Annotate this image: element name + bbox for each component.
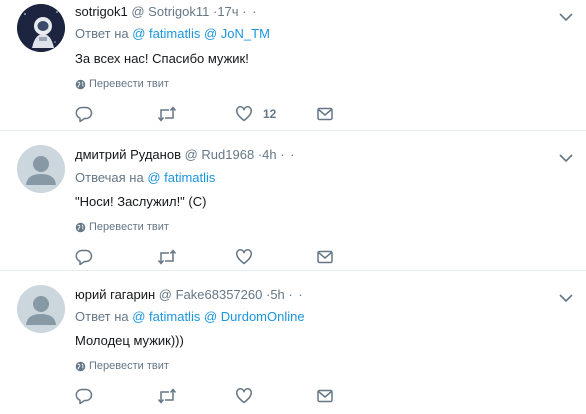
tweet-text: "Носи! Заслужил!" (С) bbox=[75, 194, 207, 209]
tweet-1[interactable]: sotrigok1 @ Sotrigok11 ·17ч · · Ответ на… bbox=[0, 0, 586, 131]
more-dots[interactable]: · · bbox=[242, 4, 257, 19]
reply-icon bbox=[75, 106, 93, 123]
retweet-icon bbox=[157, 249, 177, 265]
retweet-icon bbox=[157, 106, 177, 122]
retweet-button[interactable] bbox=[157, 386, 177, 406]
tweet-text: Молодец мужик))) bbox=[75, 333, 184, 348]
reply-prefix: Ответ на bbox=[75, 309, 129, 324]
like-icon bbox=[236, 249, 252, 265]
user-handle[interactable]: @ Fake68357260 bbox=[159, 287, 263, 302]
tweet-3[interactable]: юрий гагарин @ Fake68357260 ·5h · · Отве… bbox=[0, 271, 586, 414]
display-name[interactable]: юрий гагарин bbox=[75, 287, 155, 302]
tweet-header: юрий гагарин @ Fake68357260 ·5h · · bbox=[75, 286, 304, 304]
globe-icon bbox=[75, 79, 86, 89]
tweet-header: sotrigok1 @ Sotrigok11 ·17ч · · bbox=[75, 3, 257, 21]
reply-button[interactable] bbox=[75, 386, 93, 406]
timestamp[interactable]: ·4h bbox=[258, 147, 277, 162]
avatar[interactable] bbox=[17, 285, 65, 333]
avatar[interactable] bbox=[17, 145, 65, 193]
mention-link[interactable]: @ fatimatlis bbox=[147, 170, 215, 185]
more-dots[interactable]: · · bbox=[280, 147, 295, 162]
reply-context: Ответ на @ fatimatlis @ DurdomOnline bbox=[75, 308, 305, 326]
reply-prefix: Отвечая на bbox=[75, 170, 144, 185]
reply-button[interactable] bbox=[75, 247, 93, 267]
like-button[interactable] bbox=[235, 247, 263, 267]
mention-link[interactable]: @ JoN_TM bbox=[204, 26, 270, 41]
retweet-button[interactable] bbox=[157, 104, 177, 124]
globe-icon bbox=[75, 361, 86, 371]
mention-link[interactable]: @ fatimatlis bbox=[132, 26, 200, 41]
tweet-actions bbox=[75, 247, 345, 267]
chevron-down-icon[interactable] bbox=[559, 293, 573, 303]
mention-link[interactable]: @ DurdomOnline bbox=[204, 309, 305, 324]
mention-link[interactable]: @ fatimatlis bbox=[132, 309, 200, 324]
message-icon bbox=[317, 250, 333, 264]
tweet-actions bbox=[75, 386, 345, 406]
direct-message-button[interactable] bbox=[316, 104, 334, 124]
like-button[interactable]: 12 bbox=[235, 104, 276, 124]
reply-icon bbox=[75, 249, 93, 266]
tweet-2[interactable]: дмитрий Руданов @ Rud1968 ·4h · · Отвеча… bbox=[0, 131, 586, 271]
like-button[interactable] bbox=[235, 386, 263, 406]
direct-message-button[interactable] bbox=[316, 386, 334, 406]
tweet-text: За всех нас! Спасибо мужик! bbox=[75, 51, 249, 66]
reply-prefix: Ответ на bbox=[75, 26, 129, 41]
globe-icon bbox=[75, 222, 86, 232]
translate-link[interactable]: Перевести твит bbox=[75, 359, 169, 373]
display-name[interactable]: дмитрий Руданов bbox=[75, 147, 181, 162]
retweet-button[interactable] bbox=[157, 247, 177, 267]
default-avatar-icon bbox=[17, 285, 65, 333]
translate-label[interactable]: Перевести твит bbox=[89, 220, 169, 234]
like-icon bbox=[236, 388, 252, 404]
reply-icon bbox=[75, 388, 93, 405]
translate-label[interactable]: Перевести твит bbox=[89, 77, 169, 91]
translate-label[interactable]: Перевести твит bbox=[89, 359, 169, 373]
avatar[interactable] bbox=[17, 4, 65, 52]
default-avatar-icon bbox=[17, 145, 65, 193]
message-icon bbox=[317, 107, 333, 121]
chevron-down-icon[interactable] bbox=[559, 153, 573, 163]
astronaut-avatar-image bbox=[17, 4, 65, 52]
direct-message-button[interactable] bbox=[316, 247, 334, 267]
tweet-header: дмитрий Руданов @ Rud1968 ·4h · · bbox=[75, 146, 296, 164]
reply-button[interactable] bbox=[75, 104, 93, 124]
timestamp[interactable]: ·17ч bbox=[213, 4, 239, 19]
translate-link[interactable]: Перевести твит bbox=[75, 77, 169, 91]
like-icon bbox=[236, 106, 252, 122]
reply-context: Ответ на @ fatimatlis @ JoN_TM bbox=[75, 25, 270, 43]
reply-context: Отвечая на @ fatimatlis bbox=[75, 169, 215, 187]
retweet-icon bbox=[157, 388, 177, 404]
chevron-down-icon[interactable] bbox=[559, 12, 573, 22]
user-handle[interactable]: @ Sotrigok11 bbox=[131, 4, 209, 19]
translate-link[interactable]: Перевести твит bbox=[75, 220, 169, 234]
user-handle[interactable]: @ Rud1968 bbox=[185, 147, 255, 162]
more-dots[interactable]: · · bbox=[288, 287, 303, 302]
tweet-actions: 12 bbox=[75, 104, 345, 124]
like-count: 12 bbox=[263, 107, 277, 121]
display-name[interactable]: sotrigok1 bbox=[75, 4, 128, 19]
timestamp[interactable]: ·5h bbox=[266, 287, 285, 302]
message-icon bbox=[317, 389, 333, 403]
